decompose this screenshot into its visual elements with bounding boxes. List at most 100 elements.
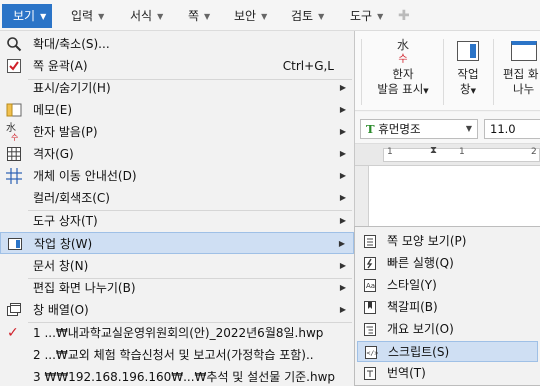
svg-text:Aa: Aa bbox=[366, 282, 375, 290]
submenu-arrow-icon: ▶ bbox=[339, 193, 346, 202]
menu-item-object-guides[interactable]: 개체 이동 안내선(D) ▶ bbox=[0, 165, 354, 187]
ruler-track[interactable]: 1 1 2 ⧗ bbox=[383, 145, 540, 162]
menu-item-grid[interactable]: 격자(G) ▶ bbox=[0, 143, 354, 165]
grid-icon bbox=[6, 146, 22, 162]
puzzle-icon[interactable]: ✚ bbox=[398, 5, 410, 27]
window-arrange-icon bbox=[6, 302, 22, 318]
menu-review[interactable]: 검토 ▼ bbox=[291, 5, 324, 27]
submenu-item-translate[interactable]: 번역(T) bbox=[357, 363, 538, 384]
dropdown-arrow-icon: ▼ bbox=[40, 12, 47, 21]
menu-view[interactable]: 보기 ▼ bbox=[2, 4, 52, 28]
menu-tools-label: 도구 bbox=[350, 9, 373, 23]
menu-item-label: 2 ...₩교외 체험 학습신청서 및 보고서(가정학습 포함).. bbox=[33, 348, 314, 362]
translate-icon bbox=[363, 366, 377, 381]
ruler-mark: 2 bbox=[531, 147, 537, 157]
submenu-arrow-icon: ▶ bbox=[339, 305, 346, 314]
submenu-item-label: 개요 보기(O) bbox=[387, 322, 454, 336]
hanja-btn-line1: 한자 bbox=[392, 67, 414, 81]
ruler: 1 1 2 ⧗ bbox=[353, 144, 540, 166]
submenu-arrow-icon: ▶ bbox=[339, 283, 346, 292]
split-btn-line2: 나누 bbox=[513, 82, 535, 96]
split-btn-line1: 편집 화 bbox=[503, 67, 539, 81]
checkbox-checked-icon bbox=[6, 58, 22, 74]
menu-item-label: 쪽 윤곽(A) bbox=[33, 59, 88, 73]
menu-view-label: 보기 bbox=[13, 9, 36, 23]
submenu-item-bookmark[interactable]: 책갈피(B) bbox=[357, 297, 538, 318]
outline-icon bbox=[363, 322, 377, 337]
menu-item-label: 메모(E) bbox=[33, 103, 73, 117]
menu-item-label: 한자 발음(P) bbox=[33, 125, 98, 139]
submenu-item-page-view[interactable]: 쪽 모양 보기(P) bbox=[357, 231, 538, 252]
dropdown-arrow-icon: ▼ bbox=[261, 12, 268, 21]
task-pane-btn-line2: 창 bbox=[460, 82, 471, 96]
submenu-arrow-icon: ▶ bbox=[339, 149, 346, 158]
submenu-item-label: 번역(T) bbox=[387, 366, 426, 380]
script-icon: </> bbox=[364, 345, 378, 360]
menu-item-label: 창 배열(O) bbox=[33, 303, 89, 317]
menu-item-hanja-pronunciation[interactable]: 水수 한자 발음(P) ▶ bbox=[0, 121, 354, 143]
magnifier-icon bbox=[6, 36, 22, 52]
menu-item-label: 격자(G) bbox=[33, 147, 74, 161]
submenu-arrow-icon: ▶ bbox=[339, 83, 346, 92]
quick-run-icon bbox=[363, 256, 377, 271]
submenu-item-label: 쪽 모양 보기(P) bbox=[387, 234, 467, 248]
ruler-mark: 1 bbox=[459, 147, 465, 157]
shortcut-text: Ctrl+G,L bbox=[282, 59, 334, 73]
dropdown-arrow-icon: ▼ bbox=[204, 12, 211, 21]
menu-item-recent-file-2[interactable]: 2 ...₩교외 체험 학습신청서 및 보고서(가정학습 포함).. bbox=[0, 344, 354, 366]
indent-marker-icon[interactable]: ⧗ bbox=[430, 145, 437, 156]
style-icon: Aa bbox=[363, 278, 377, 293]
submenu-item-script[interactable]: </> 스크립트(S) bbox=[357, 341, 538, 362]
ribbon-separator bbox=[493, 39, 494, 105]
checkmark-icon: ✓ bbox=[7, 325, 19, 341]
menu-item-show-hide[interactable]: 표시/숨기기(H) ▶ bbox=[0, 77, 354, 99]
menu-item-document-window[interactable]: 문서 창(N) ▶ bbox=[0, 255, 354, 277]
menu-item-task-pane[interactable]: 작업 창(W) ▶ bbox=[0, 232, 354, 254]
submenu-item-style[interactable]: Aa 스타일(Y) bbox=[357, 275, 538, 296]
menu-item-zoom[interactable]: 확대/축소(S)... bbox=[0, 33, 354, 55]
split-view-icon bbox=[511, 41, 537, 61]
menu-insert[interactable]: 입력 ▼ bbox=[71, 5, 104, 27]
menu-item-memo[interactable]: 메모(E) ▶ bbox=[0, 99, 354, 121]
menu-item-label: 3 ₩₩192.168.196.160₩...₩추석 및 설선물 기준.hwp bbox=[33, 370, 336, 384]
menu-item-color-grayscale[interactable]: 컬러/회색조(C) ▶ bbox=[0, 187, 354, 209]
dropdown-arrow-icon: ▼ bbox=[157, 12, 164, 21]
menu-item-recent-file-3[interactable]: 3 ₩₩192.168.196.160₩...₩추석 및 설선물 기준.hwp bbox=[0, 366, 354, 386]
svg-text:</>: </> bbox=[367, 349, 379, 357]
page-view-icon bbox=[363, 234, 377, 249]
menu-page-label: 쪽 bbox=[188, 9, 200, 23]
font-name-select[interactable]: T 휴먼명조 ▼ bbox=[360, 119, 478, 139]
submenu-item-quick-run[interactable]: 빠른 실행(Q) bbox=[357, 253, 538, 274]
font-name-value: 휴먼명조 bbox=[378, 122, 421, 136]
menu-review-label: 검토 bbox=[291, 9, 314, 23]
split-view-button[interactable]: 편집 화 나누 bbox=[503, 41, 540, 97]
font-size-value: 11.0 bbox=[490, 122, 516, 136]
submenu-arrow-icon: ▶ bbox=[339, 127, 346, 136]
menu-item-split-view[interactable]: 편집 화면 나누기(B) ▶ bbox=[0, 277, 354, 299]
menu-item-label: 1 ...₩내과학교실운영위원회의(안)_2022년6월8일.hwp bbox=[33, 326, 324, 340]
menu-item-toolbox[interactable]: 도구 상자(T) ▶ bbox=[0, 210, 354, 232]
menu-item-window-arrange[interactable]: 창 배열(O) ▶ bbox=[0, 299, 354, 321]
menu-bar: 보기 ▼ 입력 ▼ 서식 ▼ 쪽 ▼ 보안 ▼ 검토 ▼ 도구 ▼ ✚ bbox=[0, 0, 540, 31]
menu-item-label: 개체 이동 안내선(D) bbox=[33, 169, 137, 183]
font-size-input[interactable]: 11.0 bbox=[484, 119, 540, 139]
hanja-pronunciation-button[interactable]: 水수 한자 발음 표시▼ bbox=[375, 39, 431, 99]
menu-security[interactable]: 보안 ▼ bbox=[234, 5, 267, 27]
menu-item-label: 표시/숨기기(H) bbox=[33, 81, 111, 95]
ribbon: 水수 한자 발음 표시▼ 작업 창▼ 편집 화 나누 bbox=[353, 31, 540, 111]
hanja-icon: 水수 bbox=[6, 123, 19, 143]
ruler-mark: 1 bbox=[387, 147, 393, 157]
menu-item-recent-file-1[interactable]: ✓ 1 ...₩내과학교실운영위원회의(안)_2022년6월8일.hwp bbox=[0, 322, 354, 344]
guide-grid-icon bbox=[6, 168, 22, 184]
menu-item-label: 편집 화면 나누기(B) bbox=[33, 281, 136, 295]
menu-format[interactable]: 서식 ▼ bbox=[130, 5, 163, 27]
menu-page[interactable]: 쪽 ▼ bbox=[188, 5, 210, 27]
menu-item-label: 문서 창(N) bbox=[33, 259, 89, 273]
submenu-item-label: 스크립트(S) bbox=[388, 345, 450, 359]
menu-item-label: 작업 창(W) bbox=[34, 237, 93, 251]
submenu-item-outline[interactable]: 개요 보기(O) bbox=[357, 319, 538, 340]
task-pane-btn-line1: 작업 bbox=[457, 67, 479, 81]
menu-item-page-outline[interactable]: 쪽 윤곽(A) Ctrl+G,L bbox=[0, 55, 354, 77]
task-pane-button[interactable]: 작업 창▼ bbox=[451, 41, 485, 99]
menu-tools[interactable]: 도구 ▼ bbox=[350, 5, 383, 27]
